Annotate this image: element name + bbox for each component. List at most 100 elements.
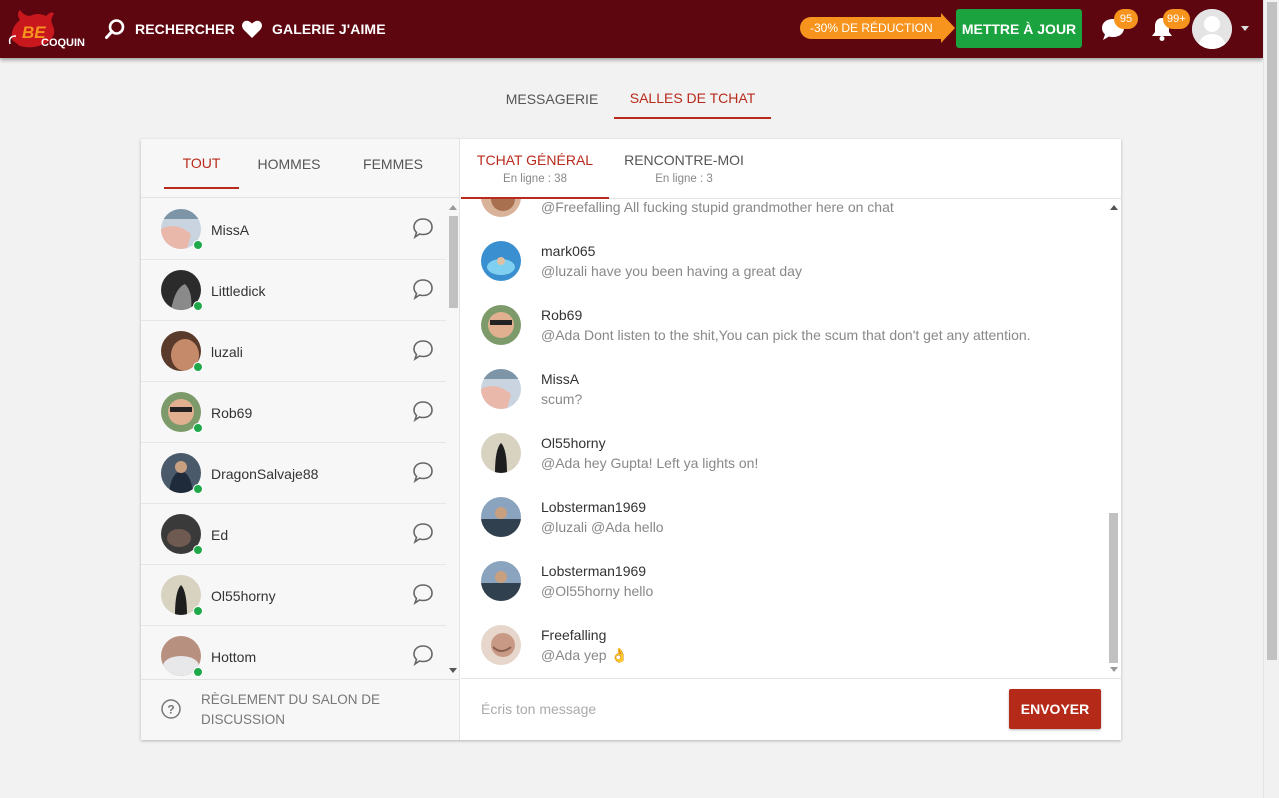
tab-women[interactable]: FEMMES bbox=[349, 139, 437, 189]
chat-rules-label: RÈGLEMENT DU SALON DE DISCUSSION bbox=[201, 692, 381, 727]
chat-icon[interactable] bbox=[412, 461, 434, 483]
online-status-dot bbox=[193, 362, 203, 372]
message-text: @luzali have you been having a great day bbox=[541, 263, 802, 279]
online-status-dot bbox=[193, 606, 203, 616]
messages-badge: 95 bbox=[1114, 9, 1138, 29]
gender-filter-tabs: TOUT HOMMES FEMMES bbox=[141, 139, 460, 198]
window-scrollbar-thumb[interactable] bbox=[1267, 2, 1277, 660]
user-name[interactable]: Hottom bbox=[211, 626, 256, 679]
avatar[interactable] bbox=[481, 369, 521, 409]
user-row[interactable]: Ed bbox=[141, 504, 446, 565]
message-text: @luzali @Ada hello bbox=[541, 519, 664, 535]
notifications-button[interactable]: 99+ bbox=[1149, 9, 1190, 42]
user-name[interactable]: MissA bbox=[211, 199, 249, 260]
chat-icon[interactable] bbox=[412, 278, 434, 300]
user-name[interactable]: Rob69 bbox=[211, 382, 252, 443]
tab-messagerie[interactable]: MESSAGERIE bbox=[494, 78, 610, 119]
user-row[interactable]: Littledick bbox=[141, 260, 446, 321]
user-sidebar: TOUT HOMMES FEMMES MissA Littledick luza… bbox=[141, 139, 460, 740]
message-input[interactable] bbox=[481, 691, 1001, 727]
online-status-dot bbox=[193, 423, 203, 433]
user-name[interactable]: DragonSalvaje88 bbox=[211, 443, 318, 504]
avatar[interactable] bbox=[481, 497, 521, 537]
message-author[interactable]: Lobsterman1969 bbox=[541, 563, 646, 579]
message-author[interactable]: Lobsterman1969 bbox=[541, 499, 646, 515]
chat-room-tabs: TCHAT GÉNÉRAL En ligne : 38 RENCONTRE-MO… bbox=[461, 139, 1121, 199]
site-logo[interactable]: BE COQUIN bbox=[8, 6, 88, 52]
avatar[interactable] bbox=[481, 625, 521, 665]
message-author[interactable]: Rob69 bbox=[541, 307, 582, 323]
messages-button[interactable]: 95 bbox=[1100, 9, 1138, 42]
liked-gallery-label: GALERIE J'AIME bbox=[272, 21, 386, 37]
avatar[interactable] bbox=[481, 561, 521, 601]
chat-message: Freefalling @Ada yep 👌 bbox=[461, 625, 1101, 678]
avatar[interactable] bbox=[481, 305, 521, 345]
chat-icon[interactable] bbox=[412, 644, 434, 666]
help-icon: ? bbox=[161, 699, 181, 719]
tab-general-chat[interactable]: TCHAT GÉNÉRAL En ligne : 38 bbox=[461, 139, 609, 199]
user-name[interactable]: Ed bbox=[211, 504, 228, 565]
tab-general-chat-online: En ligne : 38 bbox=[503, 173, 567, 185]
chat-icon[interactable] bbox=[412, 339, 434, 361]
avatar[interactable] bbox=[481, 241, 521, 281]
message-text: @Ada hey Gupta! Left ya lights on! bbox=[541, 455, 759, 471]
user-name[interactable]: Ol55horny bbox=[211, 565, 276, 626]
notifications-badge: 99+ bbox=[1163, 9, 1190, 29]
user-name[interactable]: Littledick bbox=[211, 260, 265, 321]
send-button[interactable]: ENVOYER bbox=[1009, 689, 1101, 729]
tab-men[interactable]: HOMMES bbox=[249, 139, 329, 189]
chat-icon[interactable] bbox=[412, 522, 434, 544]
discount-promo[interactable]: -30% DE RÉDUCTION bbox=[800, 13, 955, 43]
scrollbar-thumb[interactable] bbox=[449, 216, 458, 308]
search-link[interactable]: RECHERCHER bbox=[104, 0, 235, 58]
chat-icon[interactable] bbox=[412, 217, 434, 239]
chat-icon[interactable] bbox=[412, 400, 434, 422]
user-list-scrollbar[interactable] bbox=[446, 199, 460, 679]
top-navigation-bar: BE COQUIN RECHERCHER GALERIE J'AIME -30%… bbox=[0, 0, 1263, 58]
scroll-up-arrow[interactable] bbox=[1110, 205, 1118, 210]
scroll-down-arrow[interactable] bbox=[449, 668, 457, 673]
window-scrollbar[interactable] bbox=[1263, 0, 1279, 798]
user-row[interactable]: Rob69 bbox=[141, 382, 446, 443]
message-text: @Ada Dont listen to the shit,You can pic… bbox=[541, 327, 1031, 343]
user-row[interactable]: luzali bbox=[141, 321, 446, 382]
message-list: @Freefalling All fucking stupid grandmot… bbox=[461, 199, 1106, 678]
avatar[interactable] bbox=[481, 199, 521, 217]
tab-all[interactable]: TOUT bbox=[164, 139, 239, 189]
user-row[interactable]: DragonSalvaje88 bbox=[141, 443, 446, 504]
message-author[interactable]: Freefalling bbox=[541, 627, 606, 643]
user-row[interactable]: MissA bbox=[141, 199, 446, 260]
tab-meet-me[interactable]: RENCONTRE-MOI En ligne : 3 bbox=[619, 139, 749, 199]
tab-chat-rooms[interactable]: SALLES DE TCHAT bbox=[614, 78, 771, 119]
svg-text:COQUIN: COQUIN bbox=[41, 37, 85, 49]
avatar[interactable] bbox=[481, 433, 521, 473]
message-author[interactable]: Ol55horny bbox=[541, 435, 606, 451]
search-link-label: RECHERCHER bbox=[135, 21, 235, 37]
chat-message: @Freefalling All fucking stupid grandmot… bbox=[461, 199, 1101, 241]
online-status-dot bbox=[193, 240, 203, 250]
promo-arrow bbox=[940, 13, 955, 43]
user-row[interactable]: Ol55horny bbox=[141, 565, 446, 626]
svg-text:?: ? bbox=[167, 703, 174, 717]
scroll-down-arrow[interactable] bbox=[1110, 667, 1118, 672]
chat-message: Lobsterman1969 @luzali @Ada hello bbox=[461, 497, 1101, 561]
user-row[interactable]: Hottom bbox=[141, 626, 446, 679]
scroll-up-arrow[interactable] bbox=[449, 205, 457, 210]
chat-message: Ol55horny @Ada hey Gupta! Left ya lights… bbox=[461, 433, 1101, 497]
online-status-dot bbox=[193, 301, 203, 311]
message-author[interactable]: MissA bbox=[541, 371, 579, 387]
message-text: @Ol55horny hello bbox=[541, 583, 654, 599]
search-icon bbox=[105, 19, 125, 39]
chat-rules-link[interactable]: ? RÈGLEMENT DU SALON DE DISCUSSION bbox=[141, 679, 460, 740]
scrollbar-thumb[interactable] bbox=[1109, 513, 1118, 663]
user-name[interactable]: luzali bbox=[211, 321, 243, 382]
message-list-scrollbar[interactable] bbox=[1106, 199, 1121, 678]
chat-icon[interactable] bbox=[412, 583, 434, 605]
online-users-list: MissA Littledick luzali Rob69 DragonSalv… bbox=[141, 199, 446, 679]
chat-message: MissA scum? bbox=[461, 369, 1101, 433]
liked-gallery-link[interactable]: GALERIE J'AIME bbox=[241, 0, 386, 58]
upgrade-button[interactable]: METTRE À JOUR bbox=[956, 9, 1082, 48]
profile-dropdown-caret[interactable] bbox=[1241, 26, 1249, 31]
message-author[interactable]: mark065 bbox=[541, 243, 595, 259]
profile-avatar[interactable] bbox=[1192, 9, 1232, 49]
